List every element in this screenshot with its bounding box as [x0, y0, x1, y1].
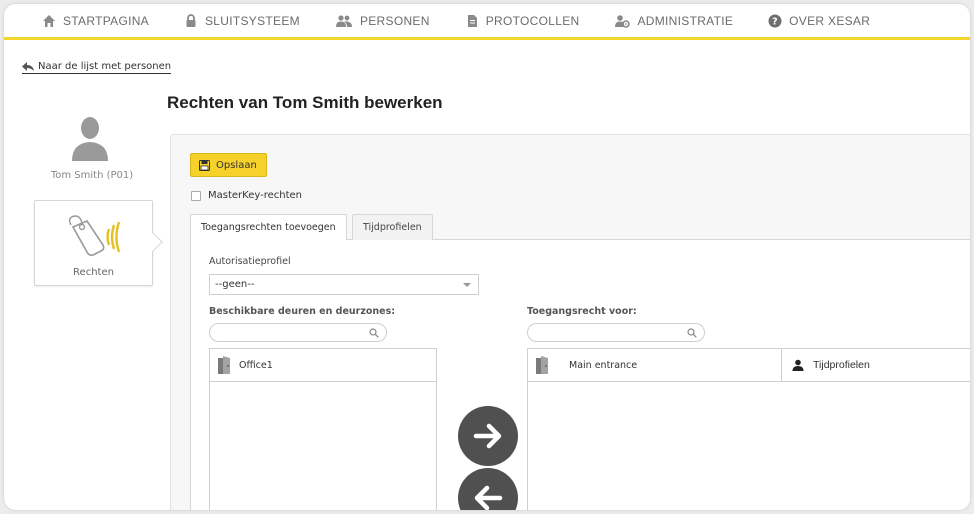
app-window: STARTPAGINA SLUITSYSTEEM PERSONEN PROTOC… — [4, 4, 970, 510]
tab-label: Tijdprofielen — [363, 222, 422, 233]
back-link-label: Naar de lijst met personen — [38, 61, 172, 72]
tab-content: Autorisatieprofiel --geen-- Beschikbare … — [190, 240, 970, 510]
search-assigned-input[interactable] — [527, 323, 705, 342]
nav-item-administratie[interactable]: ADMINISTRATIE — [614, 14, 733, 28]
auth-profile-value: --geen-- — [215, 279, 255, 290]
remove-access-button[interactable] — [458, 468, 518, 510]
rights-tile[interactable]: Rechten — [34, 200, 163, 286]
arrow-right-icon — [473, 423, 502, 449]
nav-label: PROTOCOLLEN — [485, 13, 580, 28]
masterkey-checkbox[interactable] — [191, 190, 201, 201]
nav-label: ADMINISTRATIE — [637, 13, 734, 28]
tab-tijdprofielen[interactable]: Tijdprofielen — [352, 214, 433, 241]
person-name: Tom Smith (P01) — [50, 170, 134, 181]
back-to-person-list-link[interactable]: Naar de lijst met personen — [22, 61, 172, 74]
person-icon — [792, 359, 804, 371]
home-icon — [42, 14, 56, 28]
tab-label: Toegangsrechten toevoegen — [201, 222, 336, 233]
nav-item-startpagina[interactable]: STARTPAGINA — [42, 14, 149, 28]
nav-label: PERSONEN — [359, 13, 430, 28]
lock-icon — [184, 13, 198, 28]
add-access-button[interactable] — [458, 406, 518, 466]
chevron-down-icon — [463, 283, 471, 287]
door-icon — [536, 356, 548, 374]
save-button[interactable]: Opslaan — [190, 153, 267, 177]
masterkey-label: MasterKey-rechten — [208, 190, 303, 201]
rights-tile-label: Rechten — [73, 267, 114, 278]
time-profiles-label: Tijdprofielen — [813, 359, 870, 371]
search-icon — [369, 328, 379, 338]
auth-profile-select[interactable]: --geen-- — [209, 274, 479, 295]
save-button-label: Opslaan — [216, 159, 257, 171]
tile-pointer — [143, 232, 163, 252]
key-tag-icon — [68, 215, 121, 256]
nav-label: STARTPAGINA — [63, 13, 149, 28]
list-item[interactable]: Office1 — [210, 349, 436, 382]
auth-profile-label: Autorisatieprofiel — [209, 256, 291, 267]
nav-item-sluitsysteem[interactable]: SLUITSYSTEEM — [184, 14, 300, 28]
nav-item-protocollen[interactable]: PROTOCOLLEN — [465, 14, 580, 28]
rights-panel: Opslaan MasterKey-rechten Toegangsrechte… — [170, 134, 970, 510]
door-icon — [218, 356, 230, 374]
access-for-label: Toegangsrecht voor: — [527, 306, 637, 317]
back-arrow-icon — [22, 61, 34, 71]
tab-toegangsrechten-toevoegen[interactable]: Toegangsrechten toevoegen — [190, 214, 347, 241]
tab-bar: Toegangsrechten toevoegen Tijdprofielen — [190, 214, 970, 241]
svg-text:?: ? — [772, 16, 778, 27]
door-name: Office1 — [239, 359, 273, 371]
help-icon: ? — [768, 14, 782, 28]
search-available-input[interactable] — [209, 323, 387, 342]
top-navigation: STARTPAGINA SLUITSYSTEEM PERSONEN PROTOC… — [4, 4, 970, 40]
time-profiles-header: Tijdprofielen — [782, 349, 970, 382]
arrow-left-icon — [474, 485, 503, 510]
admin-icon — [614, 14, 631, 28]
assigned-door-header: Main entrance — [528, 349, 782, 382]
assigned-access-list[interactable]: Main entrance Tijdprofielen — [527, 348, 970, 510]
people-icon — [335, 14, 353, 28]
available-doors-label: Beschikbare deuren en deurzones: — [209, 306, 396, 317]
nav-label: SLUITSYSTEEM — [204, 13, 300, 28]
floppy-disk-icon — [199, 159, 210, 171]
masterkey-row: MasterKey-rechten — [191, 190, 302, 201]
search-icon — [687, 328, 697, 338]
document-icon — [465, 14, 479, 28]
nav-item-over-xesar[interactable]: ? OVER XESAR — [768, 14, 870, 28]
assigned-door-name: Main entrance — [569, 359, 638, 371]
page-title: Rechten van Tom Smith bewerken — [167, 93, 443, 112]
available-doors-list[interactable]: Office1 — [209, 348, 437, 510]
nav-label: OVER XESAR — [789, 13, 871, 28]
nav-item-personen[interactable]: PERSONEN — [335, 14, 430, 28]
avatar — [72, 117, 108, 161]
